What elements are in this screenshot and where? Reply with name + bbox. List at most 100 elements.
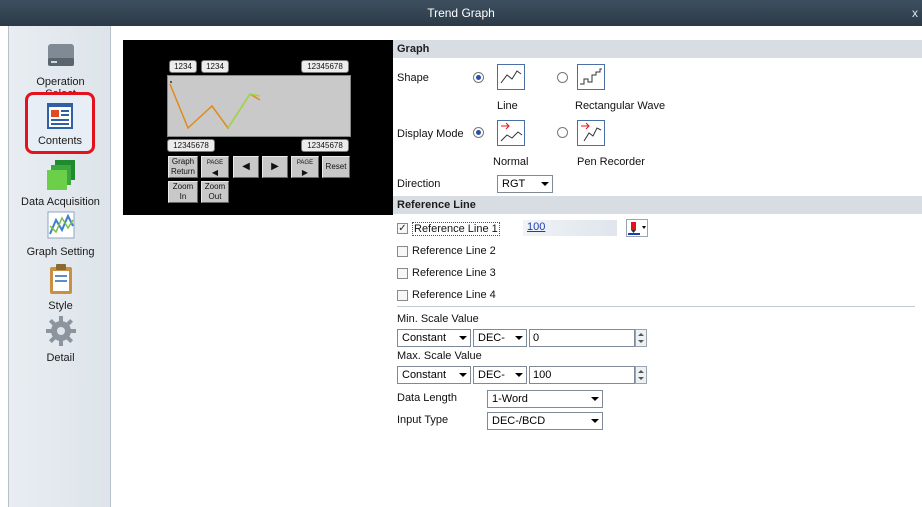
shape-label: Shape: [397, 72, 429, 84]
min-scale-type-value: Constant: [402, 332, 447, 344]
display-normal-radio[interactable]: [473, 127, 484, 138]
sidebar-item-data-acquisition[interactable]: Data Acquisition: [9, 158, 112, 208]
direction-value: RGT: [502, 178, 526, 190]
zoom-out-button[interactable]: Zoom Out: [201, 181, 229, 203]
double-right-icon: ▶: [301, 168, 309, 177]
line-graph-icon: [44, 208, 78, 242]
reference-line-2-checkbox[interactable]: [397, 246, 408, 257]
reference-line-4-checkbox[interactable]: [397, 290, 408, 301]
preview-tag: 12345678: [167, 139, 215, 152]
preview-tag: 12345678: [301, 60, 349, 73]
direction-label: Direction: [397, 178, 441, 190]
normal-mode-icon[interactable]: [497, 120, 525, 146]
min-scale-spinner[interactable]: [635, 329, 647, 347]
sidebar-item-label: Detail: [46, 352, 75, 364]
sidebar-item-contents[interactable]: Contents: [25, 92, 95, 154]
data-length-select[interactable]: 1-Word: [487, 390, 603, 408]
sidebar-item-label: Data Acquisition: [21, 196, 100, 208]
rectangular-wave-icon[interactable]: [577, 64, 605, 90]
reference-line-1-checkbox[interactable]: ✓: [397, 223, 408, 234]
max-scale-type-value: Constant: [402, 369, 447, 381]
line-shape-icon[interactable]: [497, 64, 525, 90]
clipboard-icon: [44, 262, 78, 296]
sidebar-item-detail[interactable]: Detail: [9, 314, 112, 364]
sidebar-item-label: Graph Setting: [26, 246, 95, 258]
chevron-down-icon: [515, 373, 523, 377]
button-label: PAGE: [296, 160, 314, 166]
sidebar-item-operation-select[interactable]: Operation Select: [9, 38, 112, 100]
min-scale-format-value: DEC-: [478, 332, 505, 344]
close-button[interactable]: x: [912, 0, 918, 26]
zoom-in-button[interactable]: Zoom In: [168, 181, 198, 203]
next-button[interactable]: ▶: [262, 156, 288, 178]
max-scale-format-value: DEC-: [478, 369, 505, 381]
display-pen-recorder-label: Pen Recorder: [577, 156, 645, 168]
graph-preview: 1234 1234 12345678 12345678 12345678 Gra…: [123, 40, 393, 215]
chevron-down-icon: [591, 419, 599, 423]
sidebar: Operation Select Contents Data Acquisiti…: [8, 26, 111, 507]
reference-line-4-label: Reference Line 4: [412, 289, 496, 301]
preview-tag: 1234: [169, 60, 197, 73]
reference-line-2-label: Reference Line 2: [412, 245, 496, 257]
preview-trend-lines: [169, 81, 261, 130]
max-scale-label: Max. Scale Value: [397, 350, 482, 362]
sidebar-item-graph-setting[interactable]: Graph Setting: [9, 208, 112, 258]
max-scale-value-input[interactable]: 100: [529, 366, 635, 384]
pen-color-icon: [628, 222, 646, 235]
min-scale-type-select[interactable]: Constant: [397, 329, 471, 347]
input-type-value: DEC-/BCD: [492, 415, 546, 427]
reference-line-3-label: Reference Line 3: [412, 267, 496, 279]
divider: [397, 306, 915, 307]
title-bar: Trend Graph x: [0, 0, 922, 26]
max-scale-format-select[interactable]: DEC-: [473, 366, 527, 384]
data-length-value: 1-Word: [492, 393, 528, 405]
min-scale-value-input[interactable]: 0: [529, 329, 635, 347]
max-scale-type-select[interactable]: Constant: [397, 366, 471, 384]
sidebar-item-label: Contents: [37, 135, 83, 147]
direction-select[interactable]: RGT: [497, 175, 553, 193]
reset-button[interactable]: Reset: [322, 156, 350, 178]
sidebar-item-label: Style: [48, 300, 73, 312]
graph-area: [167, 75, 351, 137]
chevron-down-icon: [459, 373, 467, 377]
data-length-label: Data Length: [397, 392, 457, 404]
sidebar-item-style[interactable]: Style: [9, 262, 112, 312]
reference-line-1-value-field[interactable]: 100: [523, 220, 617, 236]
double-left-icon: ◀: [211, 168, 219, 177]
shape-line-label: Line: [497, 100, 518, 112]
page-next-button[interactable]: PAGE ▶: [291, 156, 319, 178]
preview-tag: 12345678: [301, 139, 349, 152]
shape-rect-wave-radio[interactable]: [557, 72, 568, 83]
reference-line-1-value: 100: [527, 221, 546, 233]
reference-line-1-label: Reference Line 1: [412, 222, 500, 236]
shape-rect-wave-label: Rectangular Wave: [575, 100, 666, 112]
graph-return-button[interactable]: Graph Return: [168, 156, 198, 178]
preview-tag: 1234: [201, 60, 229, 73]
prev-button[interactable]: ◀: [233, 156, 259, 178]
section-graph: Graph: [393, 40, 922, 58]
display-normal-label: Normal: [493, 156, 529, 168]
chevron-down-icon: [515, 336, 523, 340]
line-color-picker[interactable]: [626, 219, 648, 237]
settings-form: Graph Shape Line Rectangular Wave Displa…: [393, 40, 922, 507]
section-reference-line: Reference Line: [393, 196, 922, 214]
min-scale-format-select[interactable]: DEC-: [473, 329, 527, 347]
display-pen-recorder-radio[interactable]: [557, 127, 568, 138]
document-icon: [45, 101, 75, 131]
shape-line-radio[interactable]: [473, 72, 484, 83]
button-label: PAGE: [206, 160, 224, 166]
input-type-select[interactable]: DEC-/BCD: [487, 412, 603, 430]
gear-icon: [44, 314, 78, 348]
drive-icon: [44, 38, 78, 72]
page-prev-button[interactable]: PAGE ◀: [201, 156, 229, 178]
max-scale-spinner[interactable]: [635, 366, 647, 384]
chevron-down-icon: [459, 336, 467, 340]
chevron-down-icon: [541, 182, 549, 186]
chevron-down-icon: [591, 397, 599, 401]
window-title: Trend Graph: [427, 6, 495, 20]
pen-recorder-icon[interactable]: [577, 120, 605, 146]
reference-line-3-checkbox[interactable]: [397, 268, 408, 279]
input-type-label: Input Type: [397, 414, 449, 426]
stacked-squares-icon: [44, 158, 78, 192]
display-mode-label: Display Mode: [397, 128, 464, 140]
